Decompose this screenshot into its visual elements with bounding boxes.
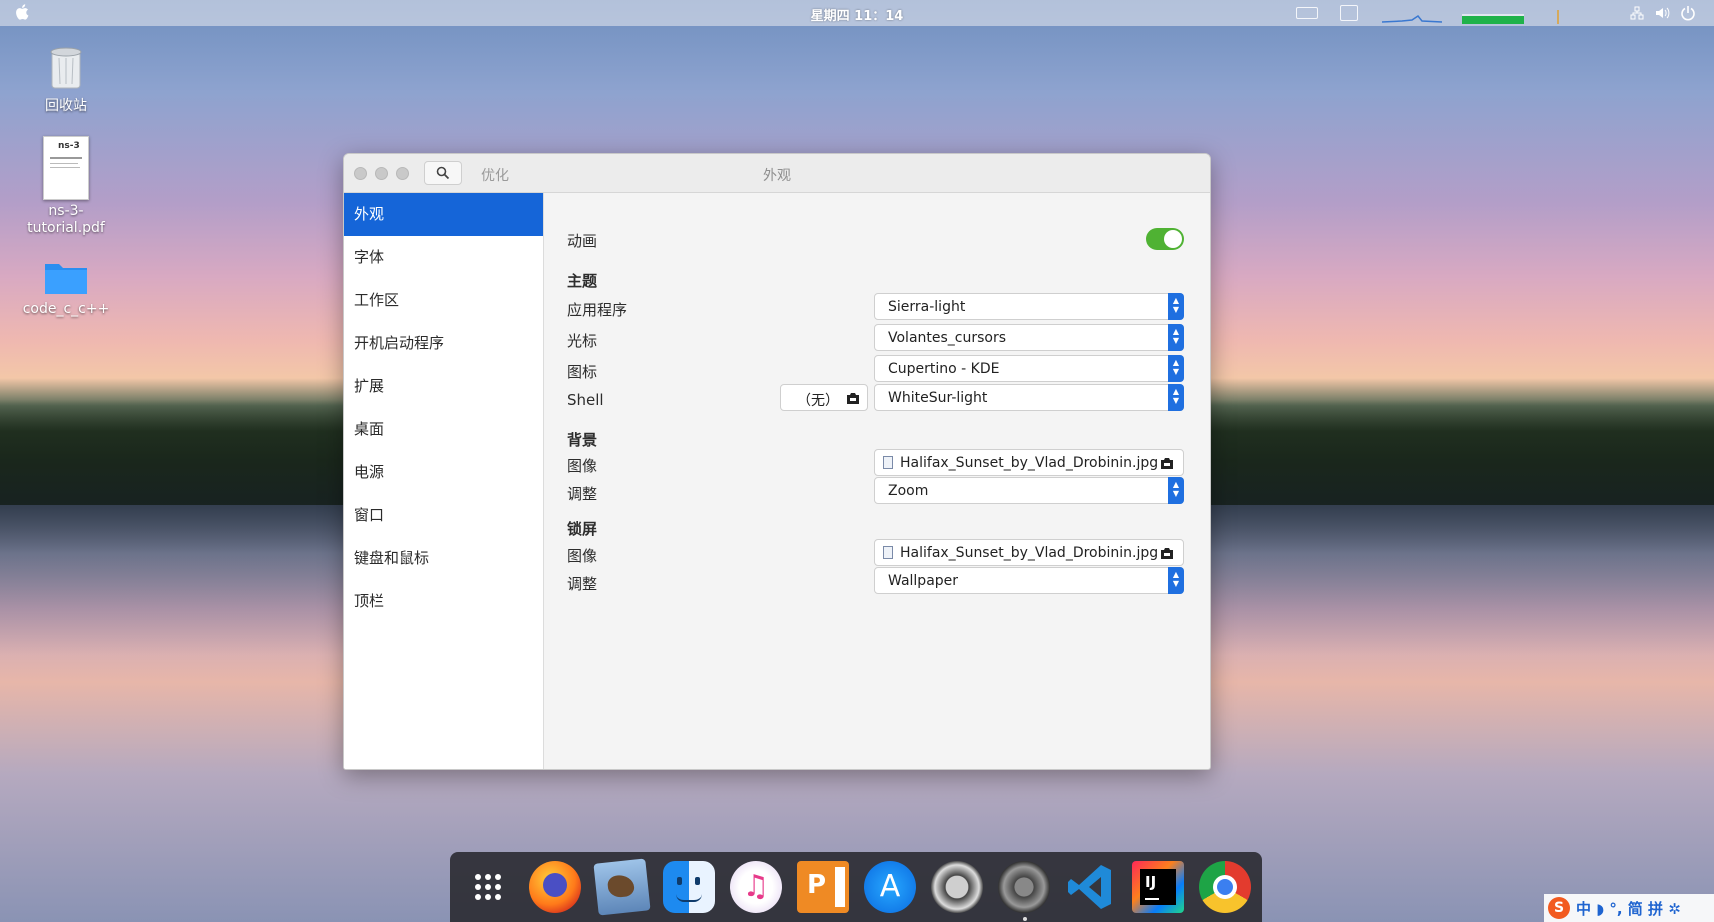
sidebar-item-keyboard-mouse[interactable]: 键盘和鼠标 (344, 537, 543, 580)
shell-file-value: （无） (797, 393, 839, 409)
system-monitor-icon[interactable] (1340, 5, 1358, 21)
network-icon[interactable] (1630, 6, 1644, 20)
music-icon[interactable]: ♫ (730, 861, 782, 913)
lock-image-label: 图像 (567, 547, 598, 565)
desktop-icon-label: tutorial.pdf (27, 220, 105, 236)
open-file-icon (1161, 458, 1173, 469)
up-down-arrows-icon: ▲ ▼ (1168, 567, 1184, 594)
up-down-arrows-icon: ▲ ▼ (1168, 477, 1184, 504)
page-title: 外观 (763, 168, 791, 184)
up-down-arrows-icon: ▲ ▼ (1168, 324, 1184, 351)
sidebar-item-startup-applications[interactable]: 开机启动程序 (344, 322, 543, 365)
app-grid-icon[interactable] (462, 861, 514, 913)
vscode-icon[interactable] (1065, 861, 1117, 913)
image-file-icon (883, 456, 893, 469)
preview-icon[interactable] (593, 858, 651, 916)
ime-status-text: 中 ◗ °, 简 拼 ✲ (1576, 900, 1681, 918)
image-file-icon (883, 546, 893, 559)
combo-value: Volantes_cursors (888, 330, 1007, 346)
shell-file-button[interactable]: （无） (780, 384, 868, 411)
app-store-icon[interactable]: A (864, 861, 916, 913)
open-file-icon (847, 393, 859, 404)
combo-value: Cupertino - KDE (888, 361, 1000, 377)
sidebar-item-extensions[interactable]: 扩展 (344, 365, 543, 408)
file-name: Halifax_Sunset_by_Vlad_Drobinin.jpg (900, 455, 1159, 471)
presentation-icon[interactable]: P (797, 861, 849, 913)
lock-screen-section-header: 锁屏 (567, 520, 598, 538)
combo-value: Sierra-light (888, 299, 966, 315)
folder-icon (45, 264, 87, 294)
chrome-icon[interactable] (1199, 861, 1251, 913)
background-adjust-combo[interactable]: Zoom ▲ ▼ (874, 477, 1184, 504)
sogou-logo-icon: S (1548, 897, 1570, 919)
sidebar-item-desktop[interactable]: 桌面 (344, 408, 543, 451)
system-load-graph[interactable] (1382, 2, 1562, 24)
appearance-panel: 动画 主题 应用程序 Sierra-light ▲ ▼ 光标 Volantes_c… (544, 193, 1210, 769)
volume-icon[interactable] (1654, 5, 1670, 21)
top-bar: 星期四 11：14 (0, 0, 1714, 26)
lock-image-chooser[interactable]: Halifax_Sunset_by_Vlad_Drobinin.jpg (874, 539, 1184, 566)
desktop-icon-label: ns-3- (48, 203, 84, 219)
sidebar-item-workspaces[interactable]: 工作区 (344, 279, 543, 322)
lock-adjust-label: 调整 (567, 575, 598, 593)
input-method-bar[interactable]: S 中 ◗ °, 简 拼 ✲ (1544, 894, 1714, 922)
pdf-thumbnail-logo: ns-3 (58, 141, 80, 151)
finder-icon[interactable] (663, 861, 715, 913)
desktop-pdf-file[interactable]: ns-3 ns-3- tutorial.pdf (11, 136, 121, 237)
combo-value: WhiteSur-light (888, 390, 988, 406)
title-bar[interactable]: 优化 外观 (344, 154, 1210, 193)
sidebar-item-windows[interactable]: 窗口 (344, 494, 543, 537)
sidebar-item-fonts[interactable]: 字体 (344, 236, 543, 279)
shell-label: Shell (567, 391, 604, 409)
pdf-thumbnail-icon: ns-3 (43, 136, 89, 200)
background-image-chooser[interactable]: Halifax_Sunset_by_Vlad_Drobinin.jpg (874, 449, 1184, 476)
power-icon[interactable] (1680, 5, 1696, 21)
desktop-folder[interactable]: code_c_c++ (11, 260, 121, 318)
animation-label: 动画 (567, 232, 598, 250)
trash-icon (50, 47, 82, 89)
theme-section-header: 主题 (567, 272, 598, 290)
applications-label: 应用程序 (567, 301, 628, 319)
applications-theme-combo[interactable]: Sierra-light ▲ ▼ (874, 293, 1184, 320)
sidebar-item-appearance[interactable]: 外观 (344, 193, 543, 236)
icons-label: 图标 (567, 363, 598, 381)
tweaks-window: 优化 外观 外观 字体 工作区 开机启动程序 扩展 桌面 电源 窗口 键盘和鼠标… (343, 153, 1211, 770)
switch-knob (1164, 230, 1182, 248)
icon-theme-combo[interactable]: Cupertino - KDE ▲ ▼ (874, 355, 1184, 382)
lock-adjust-combo[interactable]: Wallpaper ▲ ▼ (874, 567, 1184, 594)
system-settings-icon[interactable] (998, 861, 1050, 921)
keyboard-icon[interactable] (1296, 7, 1318, 19)
desktop-icon-label: code_c_c++ (22, 301, 110, 317)
up-down-arrows-icon: ▲ ▼ (1168, 293, 1184, 320)
animation-switch[interactable] (1146, 228, 1184, 250)
up-down-arrows-icon: ▲ ▼ (1168, 384, 1184, 411)
cursor-label: 光标 (567, 332, 598, 350)
sidebar-item-top-bar[interactable]: 顶栏 (344, 580, 543, 623)
file-name: Halifax_Sunset_by_Vlad_Drobinin.jpg (900, 545, 1159, 561)
desktop-icon-label: 回收站 (45, 98, 87, 114)
screenshot-icon[interactable] (931, 861, 983, 913)
sidebar-item-power[interactable]: 电源 (344, 451, 543, 494)
shell-theme-combo[interactable]: WhiteSur-light ▲ ▼ (874, 384, 1184, 411)
intellij-icon[interactable]: IJ (1132, 861, 1184, 913)
dock: ♫ P A IJ (450, 852, 1262, 922)
desktop-trash[interactable]: 回收站 (11, 44, 121, 115)
combo-value: Wallpaper (888, 573, 959, 589)
background-image-label: 图像 (567, 457, 598, 475)
background-adjust-label: 调整 (567, 485, 598, 503)
sidebar: 外观 字体 工作区 开机启动程序 扩展 桌面 电源 窗口 键盘和鼠标 顶栏 (344, 193, 544, 769)
background-section-header: 背景 (567, 431, 598, 449)
open-file-icon (1161, 548, 1173, 559)
combo-value: Zoom (888, 483, 929, 499)
up-down-arrows-icon: ▲ ▼ (1168, 355, 1184, 382)
cursor-theme-combo[interactable]: Volantes_cursors ▲ ▼ (874, 324, 1184, 351)
firefox-icon[interactable] (529, 861, 581, 913)
